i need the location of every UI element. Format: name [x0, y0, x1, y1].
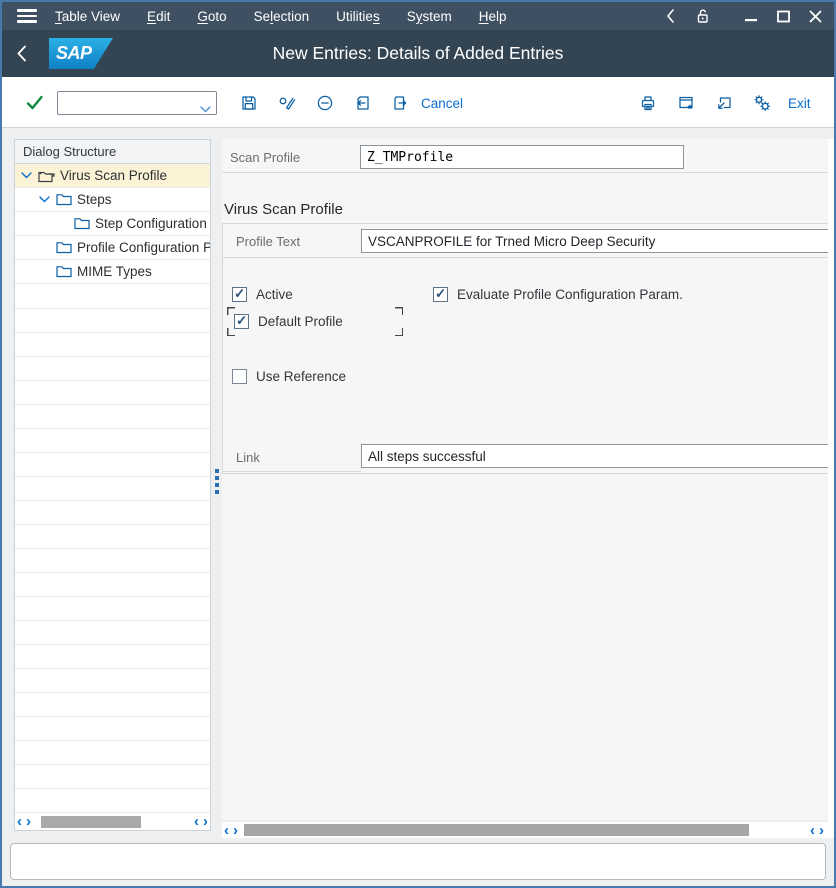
- menu-goto[interactable]: Goto: [197, 9, 226, 24]
- dialog-structure-header: Dialog Structure: [15, 140, 210, 164]
- create-shortcut-icon[interactable]: [714, 93, 734, 113]
- minimize-icon[interactable]: [745, 10, 758, 23]
- vertical-scrollbar-track: [828, 139, 834, 838]
- menu-help[interactable]: Help: [479, 9, 507, 24]
- virus-scan-profile-group: Profile Text VSCANPROFILE for Trned Micr…: [222, 223, 828, 474]
- hamburger-menu-icon[interactable]: [17, 9, 37, 23]
- active-checkbox[interactable]: [232, 287, 247, 302]
- tree-horizontal-scrollbar: ‹ › ‹ ›: [15, 813, 210, 830]
- save-icon[interactable]: [239, 93, 259, 113]
- folder-icon: [74, 217, 90, 230]
- scroll-right-icon[interactable]: ›: [201, 814, 210, 829]
- menu-selection[interactable]: Selection: [254, 9, 310, 24]
- menu-table-view[interactable]: Table View: [55, 9, 120, 24]
- maximize-icon[interactable]: [777, 10, 790, 23]
- dialog-structure-panel: Dialog Structure Virus Scan Profile Step…: [14, 139, 211, 831]
- use-reference-label: Use Reference: [256, 369, 346, 384]
- menu-bar: Table View Edit Goto Selection Utilities…: [2, 2, 834, 30]
- tree-empty-rows: [15, 285, 210, 813]
- command-field[interactable]: [57, 91, 217, 115]
- divider: [222, 172, 828, 173]
- new-session-icon[interactable]: [676, 93, 696, 113]
- menu-items: Table View Edit Goto Selection Utilities…: [55, 9, 506, 24]
- scroll-left-icon[interactable]: ‹: [15, 814, 24, 829]
- active-label: Active: [256, 287, 293, 302]
- application-toolbar: Cancel Exit: [2, 77, 834, 128]
- open-dialog-folder-icon: [38, 169, 55, 183]
- scroll-left-icon[interactable]: ‹: [192, 814, 201, 829]
- delete-minus-icon[interactable]: [315, 93, 335, 113]
- tree-item-virus-scan-profile[interactable]: Virus Scan Profile: [15, 164, 210, 188]
- evaluate-param-checkbox[interactable]: [433, 287, 448, 302]
- profile-text-label: Profile Text: [236, 234, 300, 249]
- default-profile-label: Default Profile: [258, 314, 343, 329]
- tree-item-profile-configuration[interactable]: Profile Configuration Pa: [15, 236, 210, 260]
- sap-window: Table View Edit Goto Selection Utilities…: [0, 0, 836, 888]
- menu-edit[interactable]: Edit: [147, 9, 170, 24]
- tree-item-steps[interactable]: Steps: [15, 188, 210, 212]
- main-scrollbar-thumb[interactable]: [244, 824, 749, 836]
- divider: [223, 257, 828, 258]
- link-label: Link: [236, 450, 260, 465]
- folder-icon: [56, 265, 72, 278]
- menu-utilities[interactable]: Utilities: [336, 9, 380, 24]
- divider: [223, 471, 361, 472]
- menu-system[interactable]: System: [407, 9, 452, 24]
- enter-check-icon[interactable]: [25, 93, 45, 113]
- chevron-down-icon: [39, 196, 50, 203]
- chevron-down-icon[interactable]: [200, 100, 211, 118]
- details-form: Scan Profile Z_TMProfile Virus Scan Prof…: [222, 139, 828, 820]
- settings-gears-icon[interactable]: [752, 93, 772, 113]
- scroll-right-icon[interactable]: ›: [231, 823, 240, 838]
- main-horizontal-scrollbar: ‹ › ‹ ›: [222, 822, 828, 838]
- folder-icon: [56, 193, 72, 206]
- chevron-down-icon: [21, 172, 32, 179]
- scroll-right-icon[interactable]: ›: [817, 823, 826, 838]
- close-icon[interactable]: [809, 10, 822, 23]
- use-reference-checkbox[interactable]: [232, 369, 247, 384]
- default-profile-checkbox[interactable]: [234, 314, 249, 329]
- scroll-left-icon[interactable]: ‹: [808, 823, 817, 838]
- tree-item-step-configuration[interactable]: Step Configuration P: [15, 212, 210, 236]
- content-area: Dialog Structure Virus Scan Profile Step…: [2, 129, 834, 840]
- exit-page-icon[interactable]: [390, 93, 410, 113]
- display-change-icon[interactable]: [277, 93, 297, 113]
- print-icon[interactable]: [638, 93, 658, 113]
- chevron-left-icon[interactable]: [666, 9, 675, 23]
- scroll-left-icon[interactable]: ‹: [222, 823, 231, 838]
- evaluate-param-label: Evaluate Profile Configuration Param.: [457, 287, 683, 302]
- status-bar: [10, 843, 826, 880]
- folder-icon: [56, 241, 72, 254]
- title-bar: New Entries: Details of Added Entries SA…: [2, 30, 834, 77]
- unlock-icon[interactable]: [694, 7, 712, 25]
- scan-profile-input[interactable]: Z_TMProfile: [360, 145, 684, 169]
- section-title: Virus Scan Profile: [224, 201, 343, 218]
- tree-item-mime-types[interactable]: MIME Types: [15, 260, 210, 284]
- scroll-right-icon[interactable]: ›: [24, 814, 33, 829]
- link-input[interactable]: All steps successful: [361, 444, 828, 468]
- back-page-icon[interactable]: [353, 93, 373, 113]
- profile-text-input[interactable]: VSCANPROFILE for Trned Micro Deep Securi…: [361, 229, 828, 253]
- panel-splitter-handle[interactable]: [215, 469, 222, 497]
- page-title: New Entries: Details of Added Entries: [2, 43, 834, 64]
- cancel-button[interactable]: Cancel: [421, 96, 463, 111]
- scan-profile-label: Scan Profile: [230, 150, 300, 165]
- exit-button[interactable]: Exit: [788, 96, 811, 111]
- tree-scrollbar-thumb[interactable]: [41, 816, 141, 828]
